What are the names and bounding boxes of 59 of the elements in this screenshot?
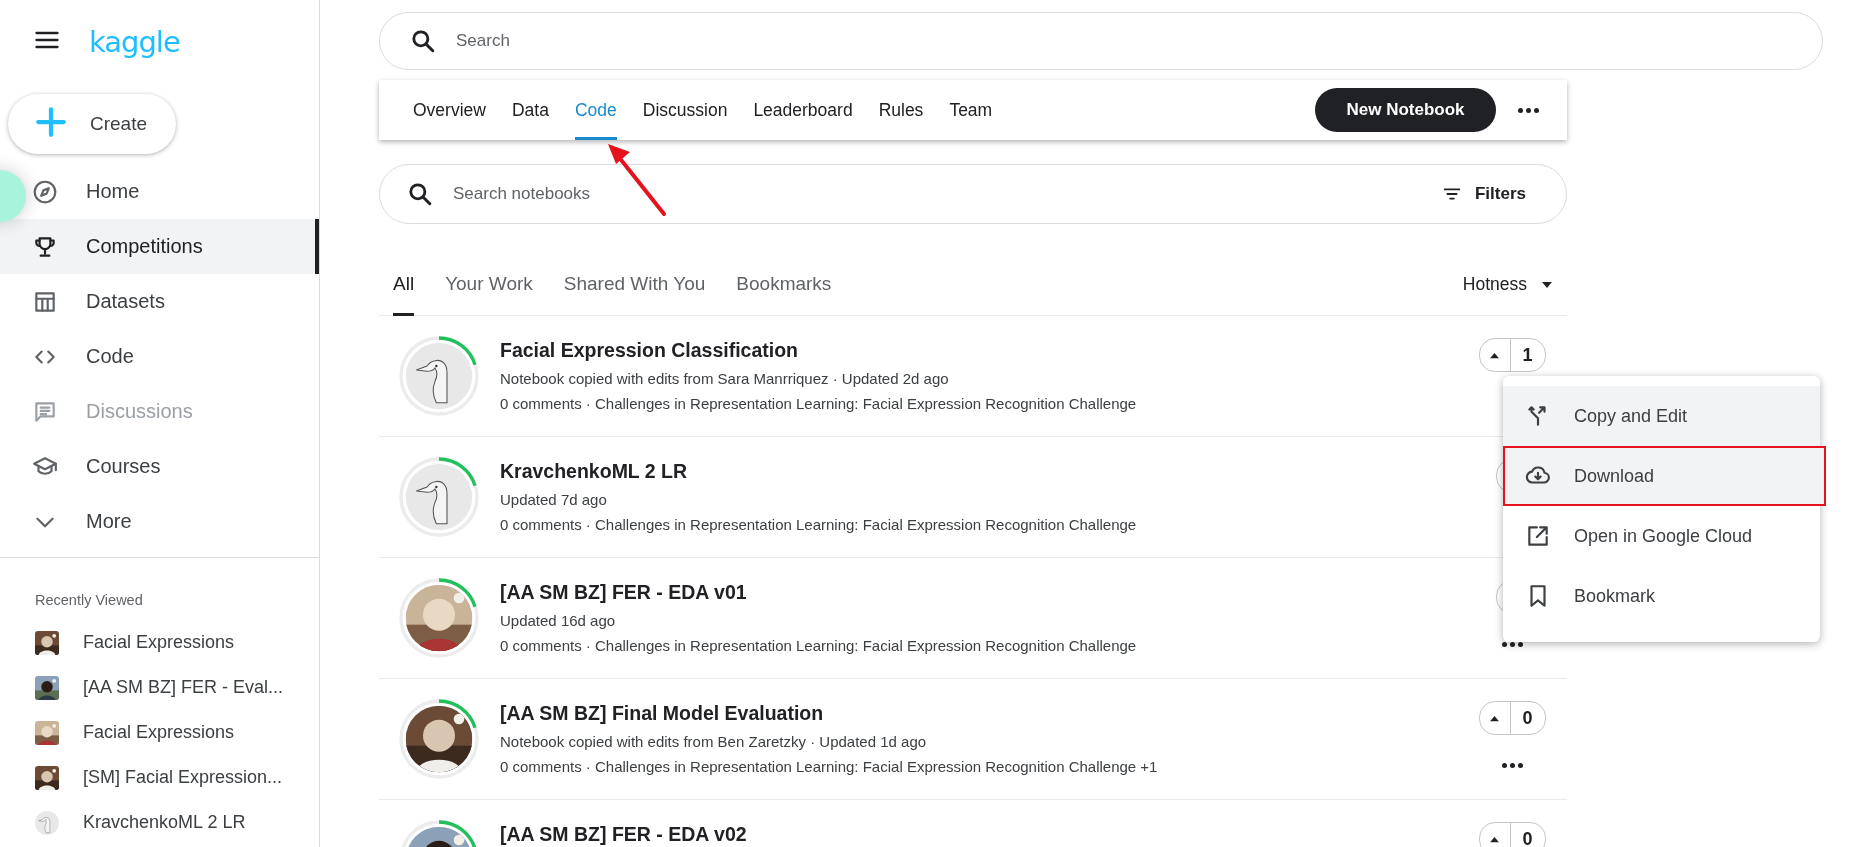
caret-icon [1541, 280, 1553, 289]
search-field[interactable]: Search [454, 30, 1822, 52]
recent-item[interactable]: KravchenkoML 2 LR [0, 800, 319, 845]
new-notebook-button[interactable]: New Notebook [1315, 88, 1496, 132]
search-icon [410, 28, 436, 54]
recent-item[interactable]: [AA SM BZ] FER - Eval... [0, 665, 319, 710]
tab[interactable]: Overview [413, 80, 486, 140]
notebook-row[interactable]: [AA SM BZ] FER - EDA v02 0 [379, 800, 1567, 847]
notebook-meta: 0 comments · Challenges in Representation Learning: Facial Expression Recognition Challenge [500, 637, 1137, 654]
filters-button[interactable]: Filters [1434, 182, 1532, 206]
create-button[interactable]: Create [8, 94, 176, 154]
notebook-meta: Notebook copied with edits from Ben Zaretzky · Updated 1d ago [500, 733, 928, 750]
tab[interactable]: Team [949, 80, 993, 140]
sort-dropdown[interactable]: Hotness [1462, 274, 1553, 295]
notebook-title[interactable]: [AA SM BZ] FER - EDA v01 [500, 581, 1137, 604]
notebook-title[interactable]: Facial Expression Classification [500, 339, 1137, 362]
recent-item[interactable]: Facial Expressions [0, 710, 319, 755]
notebook-meta: 0 comments · Challenges in Representation Learning: Facial Expression Recognition Challenge +1 [500, 758, 1158, 775]
notebook-search-field[interactable]: Search notebooks [451, 183, 1417, 205]
nav-item[interactable]: Home [0, 164, 319, 219]
notebook-title[interactable]: [AA SM BZ] FER - EDA v02 [500, 823, 747, 846]
notebook-row[interactable]: [AA SM BZ] Final Model Evaluation Notebook copied with edits from Ben Zaretzky · Updated 1d ago 0 comments · Challenges in Representation Learning: Facial Expression Recognition Challenge +1 0 [379, 679, 1567, 800]
menu-item[interactable]: Copy and Edit [1503, 386, 1820, 446]
tab[interactable]: All [393, 253, 415, 316]
notebook-meta: Notebook copied with edits from Sara Manrriquez · Updated 2d ago [500, 370, 950, 387]
nav-item[interactable]: More [0, 494, 319, 549]
upvote-button[interactable]: 0 [1478, 822, 1546, 847]
nav-item[interactable]: Courses [0, 439, 319, 494]
notebook-meta: Updated 16d ago [500, 612, 617, 629]
notebook-meta: 0 comments · Challenges in Representation Learning: Facial Expression Recognition Challenge [500, 516, 1137, 533]
tab[interactable]: Rules [878, 80, 924, 140]
tab[interactable]: Code [574, 80, 617, 140]
upvote-button[interactable]: 1 [1478, 338, 1546, 372]
notebook-meta: 0 comments · Challenges in Representation Learning: Facial Expression Recognition Challenge [500, 395, 1137, 412]
nav-item[interactable]: Code [0, 329, 319, 384]
compass-icon [32, 178, 58, 205]
tab[interactable]: Data [511, 80, 549, 140]
caret-up-icon [1489, 714, 1500, 722]
upvote-button[interactable]: 0 [1478, 701, 1546, 735]
recent-item[interactable]: Facial Expressions [0, 620, 319, 665]
search-icon [407, 181, 433, 207]
goose-icon [35, 810, 59, 835]
tab[interactable]: Shared With You [563, 253, 706, 316]
caret-up-icon [1489, 835, 1500, 843]
nav-item[interactable]: Competitions [0, 219, 319, 274]
external-link-icon [1525, 523, 1551, 549]
plus-icon [34, 104, 68, 139]
caret-up-icon [1489, 351, 1500, 359]
tab[interactable]: Discussion [642, 80, 728, 140]
notebook-title[interactable]: [AA SM BZ] Final Model Evaluation [500, 702, 1158, 725]
tab[interactable]: Bookmarks [736, 253, 832, 316]
menu-item[interactable]: Download [1503, 446, 1826, 506]
notebook-meta: Updated 7d ago [500, 491, 608, 508]
nav-item[interactable]: Datasets [0, 274, 319, 329]
tab[interactable]: Leaderboard [753, 80, 853, 140]
section-title: Recently Viewed [34, 591, 144, 610]
tab[interactable]: Your Work [445, 253, 533, 316]
notebook-title[interactable]: KravchenkoML 2 LR [500, 460, 1137, 483]
recent-item[interactable]: [SM] Facial Expression... [0, 755, 319, 800]
